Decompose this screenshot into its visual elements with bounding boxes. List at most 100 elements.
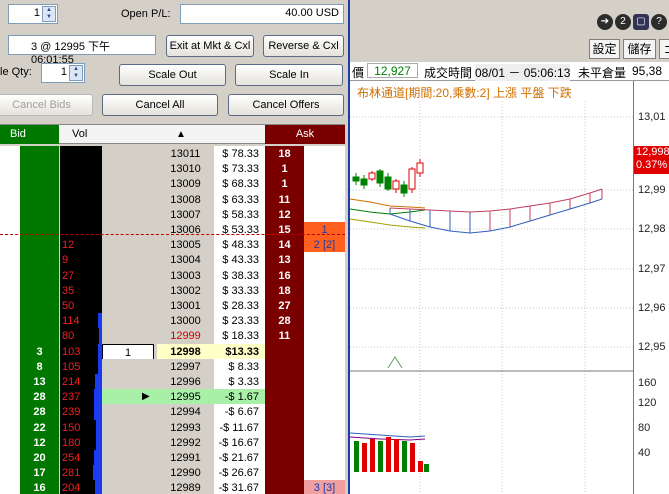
bid-size-cell[interactable] (20, 191, 59, 208)
my-order-cell[interactable] (102, 465, 157, 482)
my-order-cell[interactable] (102, 328, 157, 345)
my-ask-order-cell[interactable] (304, 343, 345, 360)
ladder-lead-cell[interactable] (0, 313, 20, 330)
my-ask-order-cell[interactable] (304, 389, 345, 406)
quantity-stepper[interactable]: 1 ▲ ▼ (8, 4, 58, 24)
ladder-lead-cell[interactable] (0, 252, 20, 269)
my-ask-order-cell[interactable]: 1 (304, 222, 345, 238)
my-ask-order-cell[interactable] (304, 313, 345, 330)
my-ask-order-cell[interactable]: 3 [3] (304, 480, 345, 494)
bid-size-cell[interactable] (20, 328, 59, 345)
bid-size-cell[interactable] (20, 237, 59, 254)
bid-size-cell[interactable]: 8 (20, 358, 59, 375)
ask-size-cell[interactable]: 12 (265, 206, 304, 223)
my-ask-order-cell[interactable] (304, 465, 345, 482)
bid-size-cell[interactable] (20, 146, 59, 162)
ask-size-cell[interactable] (265, 343, 304, 360)
price-chart-area[interactable]: 布林通道[期間:20,乘數:2] 上漲 平盤 下跌 (350, 81, 633, 494)
ask-size-cell[interactable] (265, 434, 304, 451)
my-order-cell[interactable] (102, 404, 157, 421)
ask-size-cell[interactable]: 18 (265, 282, 304, 299)
my-ask-order-cell[interactable] (304, 298, 345, 314)
ladder-lead-cell[interactable] (0, 450, 20, 466)
my-order-cell[interactable] (102, 146, 157, 162)
ladder-lead-cell[interactable] (0, 374, 20, 390)
my-order-cell[interactable] (102, 176, 157, 193)
ladder-lead-cell[interactable] (0, 237, 20, 254)
ask-size-cell[interactable] (265, 465, 304, 482)
ask-size-cell[interactable] (265, 374, 304, 390)
my-order-cell[interactable] (102, 358, 157, 375)
chart-canvas[interactable] (350, 81, 633, 494)
my-order-cell[interactable] (102, 282, 157, 299)
my-ask-order-cell[interactable] (304, 419, 345, 436)
my-ask-order-cell[interactable]: 2 [2] (304, 237, 345, 254)
my-ask-order-cell[interactable] (304, 176, 345, 193)
ask-size-cell[interactable] (265, 358, 304, 375)
ladder-lead-cell[interactable] (0, 389, 20, 406)
my-order-cell[interactable] (102, 298, 157, 314)
exit-at-market-button[interactable]: Exit at Mkt & Cxl (166, 35, 254, 57)
ladder-lead-cell[interactable] (0, 343, 20, 360)
bid-size-cell[interactable]: 20 (20, 450, 59, 466)
cancel-bids-button[interactable]: Cancel Bids (0, 94, 93, 116)
my-ask-order-cell[interactable] (304, 282, 345, 299)
my-order-cell[interactable] (102, 434, 157, 451)
ask-size-cell[interactable] (265, 450, 304, 466)
window-icon[interactable]: ▢ (633, 14, 649, 30)
bid-size-cell[interactable]: 3 (20, 343, 59, 360)
my-ask-order-cell[interactable] (304, 404, 345, 421)
my-ask-order-cell[interactable] (304, 358, 345, 375)
spin-arrows-icon[interactable]: ▲ ▼ (42, 6, 56, 22)
my-order-cell[interactable] (102, 252, 157, 269)
bid-size-cell[interactable] (20, 176, 59, 193)
reverse-button[interactable]: Reverse & Cxl (263, 35, 344, 57)
cancel-all-button[interactable]: Cancel All (102, 94, 218, 116)
vol-column-header[interactable]: Vol (72, 125, 87, 144)
my-order-cell[interactable] (102, 313, 157, 330)
bid-size-cell[interactable] (20, 206, 59, 223)
bid-size-cell[interactable]: 12 (20, 434, 59, 451)
my-ask-order-cell[interactable] (304, 328, 345, 345)
ladder-lead-cell[interactable] (0, 298, 20, 314)
help-question-icon[interactable]: ? (651, 14, 667, 30)
my-ask-order-cell[interactable] (304, 146, 345, 162)
ask-size-cell[interactable]: 11 (265, 191, 304, 208)
bid-size-cell[interactable] (20, 252, 59, 269)
ladder-lead-cell[interactable] (0, 358, 20, 375)
scale-qty-stepper[interactable]: 1 ▲ ▼ (41, 63, 85, 83)
my-order-cell[interactable] (102, 161, 157, 178)
bid-size-cell[interactable] (20, 222, 59, 238)
bid-size-cell[interactable] (20, 267, 59, 284)
ask-size-cell[interactable]: 16 (265, 267, 304, 284)
my-ask-order-cell[interactable] (304, 206, 345, 223)
bid-size-cell[interactable] (20, 282, 59, 299)
my-ask-order-cell[interactable] (304, 191, 345, 208)
my-order-cell[interactable] (102, 267, 157, 284)
ladder-lead-cell[interactable] (0, 206, 20, 223)
bid-size-cell[interactable] (20, 161, 59, 178)
ask-size-cell[interactable] (265, 389, 304, 406)
ladder-lead-cell[interactable] (0, 282, 20, 299)
cancel-offers-button[interactable]: Cancel Offers (228, 94, 344, 116)
my-order-cell[interactable]: 1 (102, 343, 154, 360)
my-order-cell[interactable] (102, 237, 157, 254)
bid-size-cell[interactable]: 28 (20, 404, 59, 421)
sort-arrow-icon[interactable]: ▲ (176, 125, 186, 144)
ladder-lead-cell[interactable] (0, 404, 20, 421)
my-ask-order-cell[interactable] (304, 434, 345, 451)
save-button[interactable]: 儲存 (623, 39, 656, 59)
bid-size-cell[interactable] (20, 298, 59, 314)
settings-button[interactable]: 設定 (589, 39, 620, 59)
ask-size-cell[interactable]: 28 (265, 313, 304, 330)
ask-size-cell[interactable] (265, 480, 304, 494)
ladder-lead-cell[interactable] (0, 176, 20, 193)
my-order-cell[interactable] (102, 480, 157, 494)
ask-size-cell[interactable]: 14 (265, 237, 304, 254)
scale-in-button[interactable]: Scale In (235, 64, 343, 86)
bid-size-cell[interactable]: 13 (20, 374, 59, 390)
my-order-cell[interactable] (102, 419, 157, 436)
ask-size-cell[interactable]: 15 (265, 222, 304, 238)
forward-icon[interactable]: ➔ (597, 14, 613, 30)
bid-size-cell[interactable]: 16 (20, 480, 59, 494)
